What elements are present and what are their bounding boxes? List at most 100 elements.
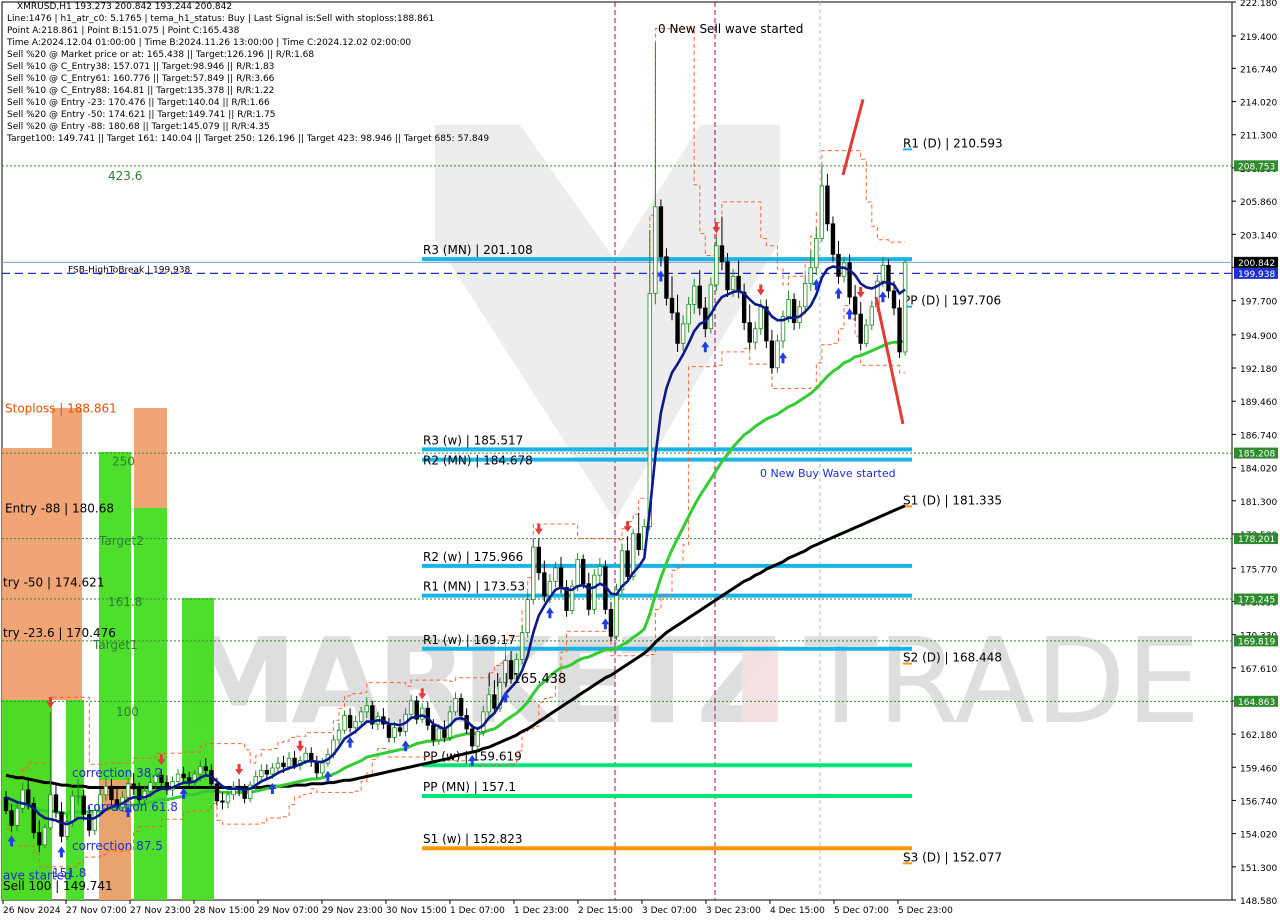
y-tick-label: 189.460 bbox=[1240, 398, 1277, 408]
candle-body bbox=[436, 728, 442, 741]
candle-body bbox=[864, 324, 869, 344]
annotation-point-c: | | | 165.438 bbox=[487, 672, 566, 687]
candle-body bbox=[708, 284, 714, 330]
candle-body bbox=[636, 533, 641, 550]
price-badge-label: 200.842 bbox=[1238, 259, 1275, 269]
daily-pivot-label: S1 (D) | 181.335 bbox=[903, 493, 1002, 507]
candle-body bbox=[897, 307, 902, 353]
info-line: Line:1476 | h1_atr_c0: 5.1765 | tema_h1_… bbox=[7, 14, 435, 24]
candle-body bbox=[475, 730, 480, 747]
y-tick-label: 186.740 bbox=[1240, 431, 1277, 441]
annotation-sell-wave: 0 New Sell wave started bbox=[658, 22, 803, 36]
y-tick-label: 159.460 bbox=[1240, 764, 1277, 774]
candle-body bbox=[525, 599, 530, 633]
candle-body bbox=[220, 800, 225, 803]
left-panel-label: Stoploss | 188.861 bbox=[5, 402, 117, 416]
annotation-buy-wave: 0 New Buy Wave started bbox=[760, 467, 896, 480]
candle-body bbox=[675, 312, 680, 344]
candle-body bbox=[852, 296, 858, 315]
info-line: Sell %20 @ Entry -88: 180.68 || Target:1… bbox=[7, 122, 270, 132]
info-line: Sell %20 @ Entry -50: 174.621 || Target:… bbox=[7, 110, 276, 120]
candle-body bbox=[808, 267, 813, 285]
candle-body bbox=[758, 306, 763, 330]
x-tick-label: 30 Nov 15:00 bbox=[386, 906, 447, 916]
price-badge-label: 185.208 bbox=[1238, 450, 1275, 460]
daily-pivot-label: S3 (D) | 152.077 bbox=[903, 850, 1002, 864]
left-panel-label: Target2 bbox=[98, 534, 144, 548]
candle-body bbox=[869, 306, 874, 326]
left-panel-label: 100 bbox=[116, 705, 139, 719]
candle-body bbox=[753, 328, 758, 343]
left-panel-label: correction 87.5 bbox=[72, 839, 163, 853]
watermark-text: TRADE bbox=[804, 612, 1200, 750]
candle-body bbox=[9, 810, 14, 826]
candle-body bbox=[358, 711, 364, 723]
candle-body bbox=[803, 283, 808, 308]
candle-body bbox=[70, 795, 75, 823]
candle-body bbox=[458, 698, 464, 716]
x-tick-label: 27 Nov 23:00 bbox=[130, 906, 191, 916]
info-line: Point A:218.861 | Point B:151.075 | Poin… bbox=[7, 26, 240, 36]
candle-body bbox=[303, 752, 308, 762]
candle-body bbox=[531, 546, 536, 601]
candle-body bbox=[669, 297, 675, 314]
price-badge-label: 164.863 bbox=[1238, 698, 1275, 708]
pivot-level-label: S1 (w) | 152.823 bbox=[423, 832, 523, 846]
left-panel-label: correction 38.2 bbox=[72, 766, 163, 780]
x-tick-label: 28 Nov 15:00 bbox=[194, 906, 255, 916]
candle-body bbox=[225, 794, 231, 803]
target-zone bbox=[52, 408, 82, 700]
candle-body bbox=[264, 770, 270, 775]
y-tick-label: 194.900 bbox=[1240, 332, 1277, 342]
daily-pivot-label: R1 (D) | 210.593 bbox=[903, 136, 1003, 150]
left-panel-label: correction 61.8 bbox=[87, 800, 178, 814]
candle-body bbox=[42, 827, 48, 846]
pivot-level-label: R2 (w) | 175.966 bbox=[423, 550, 523, 564]
candle-body bbox=[653, 206, 658, 294]
candle-body bbox=[614, 589, 619, 637]
info-line: Sell %10 @ C_Entry38: 157.071 || Target:… bbox=[7, 62, 275, 72]
info-line: Sell %10 @ C_Entry61: 160.776 || Target:… bbox=[7, 74, 275, 84]
candle-body bbox=[75, 795, 81, 798]
info-line: Sell %10 @ Entry -23: 170.476 || Target:… bbox=[7, 98, 270, 108]
fsb-label: FSB-HighToBreak | 199.938 bbox=[68, 265, 190, 275]
candle-body bbox=[786, 299, 791, 317]
candle-body bbox=[20, 789, 25, 809]
candle-body bbox=[397, 727, 403, 732]
candle-body bbox=[386, 723, 392, 738]
candle-body bbox=[902, 261, 908, 353]
left-panel-label: Target1 bbox=[92, 638, 138, 652]
candle-body bbox=[347, 715, 353, 729]
candle-body bbox=[486, 694, 492, 713]
candle-body bbox=[353, 721, 358, 729]
price-badge-label: 173.245 bbox=[1238, 596, 1275, 606]
candle-body bbox=[825, 185, 830, 225]
candle-body bbox=[492, 694, 497, 709]
candle-body bbox=[692, 285, 697, 305]
left-panel-label: Sell 100 | 149.741 bbox=[3, 879, 113, 893]
y-tick-label: 175.770 bbox=[1240, 565, 1277, 575]
candle-body bbox=[286, 757, 292, 768]
target-zone bbox=[182, 598, 214, 900]
y-tick-label: 162.180 bbox=[1240, 731, 1277, 741]
candle-body bbox=[431, 724, 436, 741]
y-tick-label: 156.740 bbox=[1240, 797, 1277, 807]
candle-body bbox=[53, 794, 59, 813]
candle-body bbox=[203, 766, 208, 771]
candle-body bbox=[48, 794, 53, 829]
y-tick-label: 197.700 bbox=[1240, 298, 1277, 308]
candle-body bbox=[453, 698, 458, 713]
candle-body bbox=[847, 262, 852, 298]
candle-body bbox=[25, 789, 31, 804]
candle-body bbox=[469, 728, 475, 747]
x-tick-label: 29 Nov 07:00 bbox=[258, 906, 319, 916]
candle-body bbox=[608, 608, 614, 637]
y-tick-label: 222.180 bbox=[1240, 0, 1277, 9]
candle-body bbox=[125, 783, 131, 798]
y-tick-label: 219.400 bbox=[1240, 33, 1277, 43]
x-tick-label: 5 Dec 07:00 bbox=[834, 906, 889, 916]
candle-body bbox=[686, 303, 691, 325]
x-tick-label: 1 Dec 07:00 bbox=[450, 906, 505, 916]
candle-body bbox=[103, 785, 109, 796]
candle-body bbox=[664, 256, 669, 299]
